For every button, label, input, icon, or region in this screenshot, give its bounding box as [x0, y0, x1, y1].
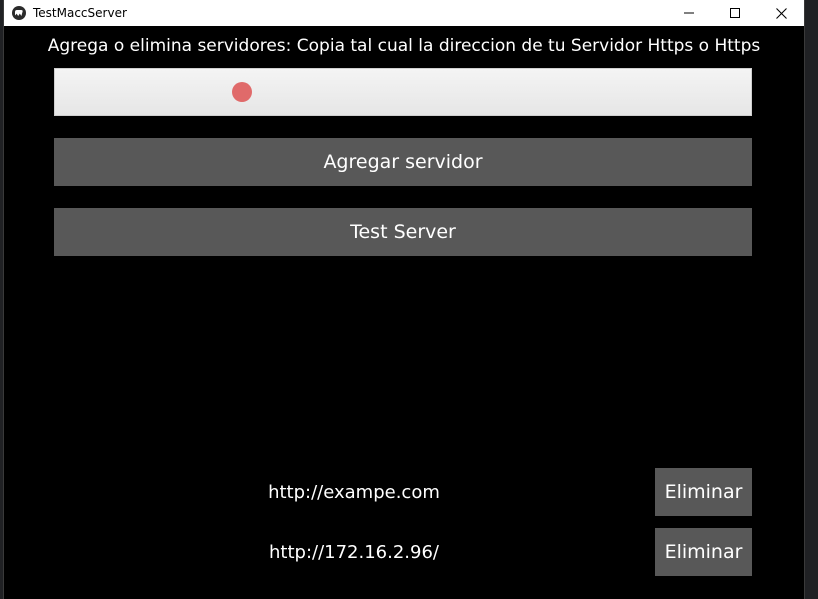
server-url-field[interactable]: [54, 68, 752, 116]
maximize-button[interactable]: [712, 0, 758, 26]
window-controls: [666, 0, 804, 26]
close-icon: [775, 7, 787, 19]
server-url-label: http://172.16.2.96/: [269, 541, 439, 563]
app-icon: [12, 6, 26, 20]
server-list-item: http://172.16.2.96/ Eliminar: [4, 528, 804, 576]
add-server-button[interactable]: Agregar servidor: [54, 138, 752, 186]
test-server-button[interactable]: Test Server: [54, 208, 752, 256]
title-bar[interactable]: TestMaccServer: [4, 0, 804, 26]
minimize-icon: [684, 12, 694, 14]
delete-server-button[interactable]: Eliminar: [655, 528, 752, 576]
close-button[interactable]: [758, 0, 804, 26]
minimize-button[interactable]: [666, 0, 712, 26]
window-title: TestMaccServer: [33, 6, 127, 20]
server-url-input[interactable]: [55, 69, 751, 115]
delete-server-button[interactable]: Eliminar: [655, 468, 752, 516]
app-window: TestMaccServer Agrega o elimina servidor…: [4, 0, 804, 599]
server-list-item: http://exampe.com Eliminar: [4, 468, 804, 516]
maximize-icon: [730, 8, 740, 18]
server-url-label: http://exampe.com: [268, 481, 440, 503]
main-content: Agrega o elimina servidores: Copia tal c…: [4, 26, 804, 599]
instruction-label: Agrega o elimina servidores: Copia tal c…: [47, 36, 761, 56]
